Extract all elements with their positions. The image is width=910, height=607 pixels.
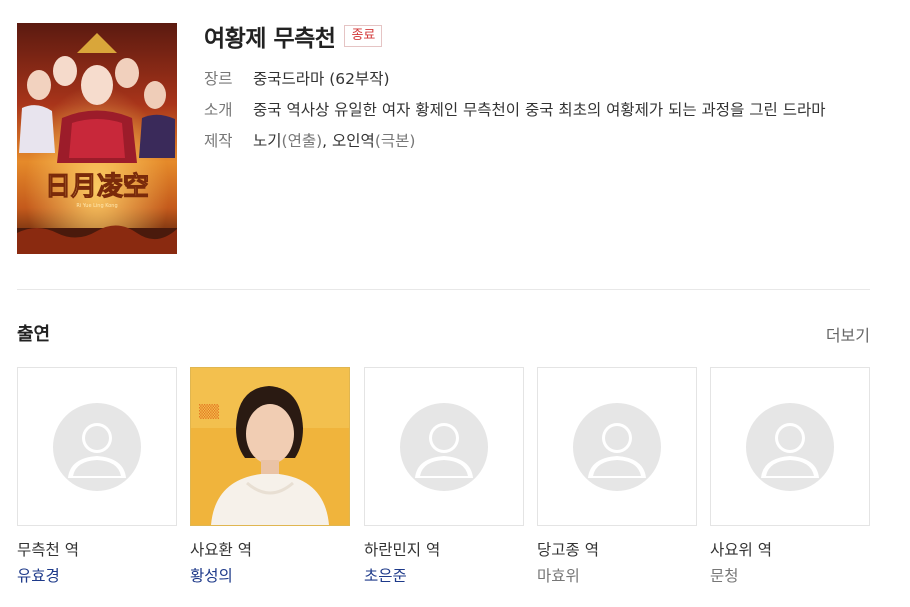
intro-label: 소개 bbox=[204, 101, 233, 119]
drama-poster[interactable]: 日月凌空 Ri Yue Ling Kong bbox=[17, 23, 177, 254]
genre-label: 장르 bbox=[204, 70, 233, 88]
cast-list: 무측천 역 유효경 ▒▒ 사요환 역 황성의 하란민지 역 초은준 당고종 역 … bbox=[17, 367, 870, 597]
svg-text:▒▒: ▒▒ bbox=[199, 403, 220, 420]
cast-item[interactable]: 하란민지 역 초은준 bbox=[364, 367, 524, 586]
intro-value: 중국 역사상 유일한 여자 황제인 무측천이 중국 최초의 여황제가 되는 과정… bbox=[253, 101, 826, 119]
drama-meta: 장르 중국드라마 (62부작) 소개 중국 역사상 유일한 여자 황제인 무측천… bbox=[204, 64, 864, 157]
cast-photo[interactable]: ▒▒ bbox=[190, 367, 350, 526]
genre-value: 중국드라마 (62부작) bbox=[253, 70, 390, 88]
poster-subtitle-text: Ri Yue Ling Kong bbox=[76, 203, 117, 209]
production-label: 제작 bbox=[204, 132, 233, 150]
cast-role: 당고종 역 bbox=[537, 541, 599, 559]
cast-role: 무측천 역 bbox=[17, 541, 79, 559]
cast-role: 사요위 역 bbox=[710, 541, 772, 559]
production-separator: , bbox=[322, 132, 328, 150]
cast-role: 사요환 역 bbox=[190, 541, 252, 559]
cast-photo-placeholder[interactable] bbox=[364, 367, 524, 526]
person-placeholder-icon bbox=[573, 402, 661, 491]
cast-item[interactable]: 당고종 역 마효위 bbox=[537, 367, 697, 586]
cast-actor-link[interactable]: 유효경 bbox=[17, 566, 177, 586]
poster-image: 日月凌空 Ri Yue Ling Kong bbox=[17, 23, 177, 254]
cast-actor-link[interactable]: 황성의 bbox=[190, 566, 350, 586]
cast-item[interactable]: ▒▒ 사요환 역 황성의 bbox=[190, 367, 350, 586]
cast-photo-placeholder[interactable] bbox=[710, 367, 870, 526]
cast-actor-link[interactable]: 초은준 bbox=[364, 566, 524, 586]
director-name-link[interactable]: 노기 bbox=[253, 132, 282, 150]
writer-name-link[interactable]: 오인역 bbox=[332, 132, 375, 150]
cast-photo-placeholder[interactable] bbox=[537, 367, 697, 526]
drama-info: 여황제 무측천 종료 장르 중국드라마 (62부작) 소개 중국 역사상 유일한… bbox=[204, 18, 864, 157]
cast-more-link[interactable]: 더보기 bbox=[826, 322, 870, 346]
intro-row: 소개 중국 역사상 유일한 여자 황제인 무측천이 중국 최초의 여황제가 되는… bbox=[204, 95, 864, 126]
poster-title-text: 日月凌空 bbox=[45, 171, 149, 202]
production-value: 노기(연출), 오인역(극본) bbox=[253, 126, 843, 157]
person-placeholder-icon bbox=[746, 402, 834, 491]
section-divider bbox=[17, 289, 870, 290]
drama-info-page: 日月凌空 Ri Yue Ling Kong 여황제 무측천 종료 장르 중국드라… bbox=[0, 0, 910, 607]
person-placeholder-icon bbox=[400, 402, 488, 491]
cast-section-title: 출연 bbox=[17, 324, 51, 345]
status-badge: 종료 bbox=[344, 25, 383, 47]
cast-item[interactable]: 사요위 역 문청 bbox=[710, 367, 870, 586]
title-row: 여황제 무측천 종료 bbox=[204, 18, 864, 54]
director-role: (연출) bbox=[281, 132, 323, 150]
cast-actor-name: 문청 bbox=[710, 567, 739, 585]
drama-title: 여황제 무측천 bbox=[204, 26, 336, 52]
cast-role: 하란민지 역 bbox=[364, 541, 441, 559]
actor-photo-image: ▒▒ bbox=[191, 368, 349, 525]
cast-photo-placeholder[interactable] bbox=[17, 367, 177, 526]
person-placeholder-icon bbox=[53, 402, 141, 491]
cast-item[interactable]: 무측천 역 유효경 bbox=[17, 367, 177, 586]
genre-row: 장르 중국드라마 (62부작) bbox=[204, 64, 864, 95]
production-row: 제작 노기(연출), 오인역(극본) bbox=[204, 126, 864, 157]
writer-role: (극본) bbox=[374, 132, 416, 150]
cast-actor-name: 마효위 bbox=[537, 567, 580, 585]
